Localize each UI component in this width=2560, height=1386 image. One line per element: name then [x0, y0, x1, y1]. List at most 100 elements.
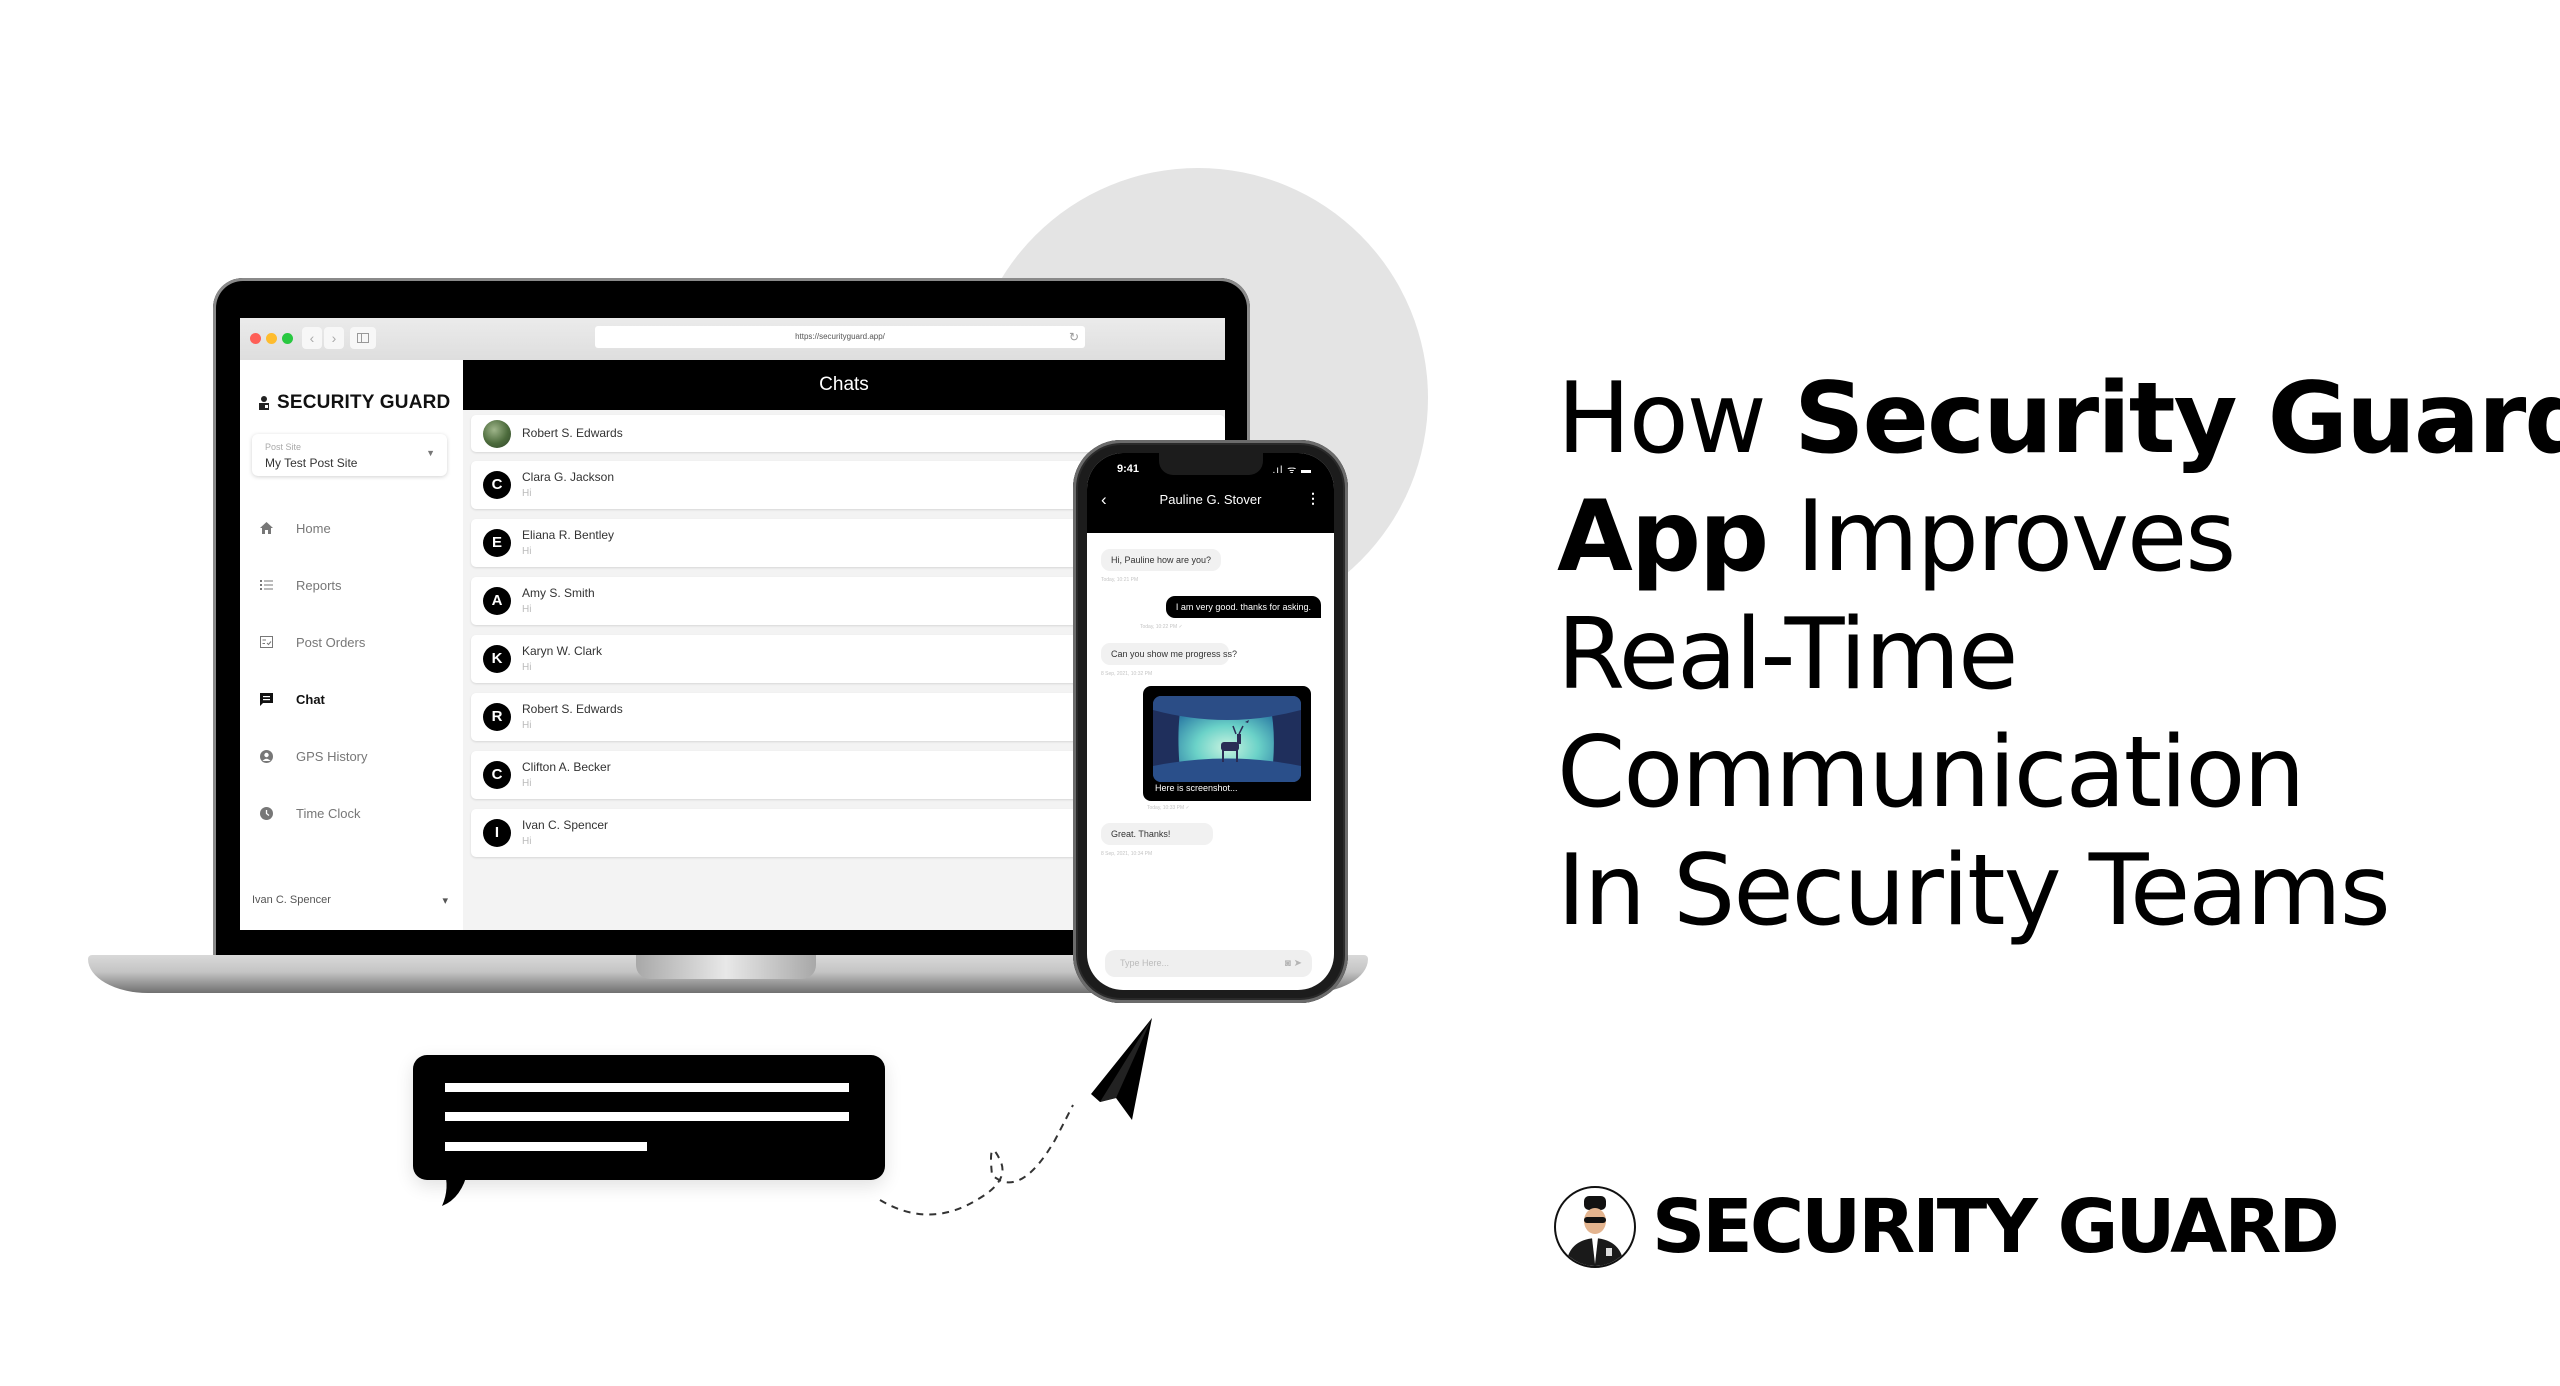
image-caption: Here is screenshot...: [1155, 783, 1238, 793]
chat-last-message: Hi: [522, 488, 532, 499]
sidebar-item-label: Home: [296, 520, 331, 536]
headline-emphasis: Security Guard: [1793, 362, 2560, 476]
phone-notch: [1159, 453, 1263, 475]
url-text: https://securityguard.app/: [795, 332, 885, 341]
headline: How Security Guard App Improves Real-Tim…: [1557, 360, 2560, 950]
sidebar-item-chat[interactable]: Chat: [258, 687, 448, 711]
message-timestamp: Today, 10:21 PM: [1101, 577, 1139, 583]
image-message[interactable]: Here is screenshot...: [1143, 686, 1311, 801]
avatar: C: [483, 761, 511, 789]
sidebar-item-label: Time Clock: [296, 805, 361, 821]
avatar: C: [483, 471, 511, 499]
maximize-window-dot[interactable]: [282, 333, 293, 344]
chat-contact-name: Robert S. Edwards: [522, 702, 623, 716]
message-bubble-incoming: Can you show me progress ss?: [1101, 643, 1237, 665]
chat-contact-name: Clifton A. Becker: [522, 760, 611, 774]
avatar: I: [483, 819, 511, 847]
chat-last-message: Hi: [522, 778, 532, 789]
sidebar-item-home[interactable]: Home: [258, 516, 448, 540]
avatar: E: [483, 529, 511, 557]
avatar: [483, 419, 511, 448]
guard-avatar-icon: [1554, 1186, 1636, 1268]
back-button[interactable]: ‹: [302, 327, 322, 349]
sidebar-item-label: Reports: [296, 577, 342, 593]
avatar: K: [483, 645, 511, 673]
sidebar-item-label: Post Orders: [296, 634, 366, 650]
phone-screen: 9:41 .ıl ᯤ ▬ ‹ Pauline G. Stover ⋮ Hi, P…: [1087, 453, 1334, 990]
speech-bubble-tail: [442, 1170, 468, 1206]
more-options-icon[interactable]: ⋮: [1306, 490, 1320, 507]
paper-plane-icon: [1091, 1018, 1152, 1120]
sidebar-toggle-icon: [357, 333, 369, 343]
sidebar-item-reports[interactable]: Reports: [258, 573, 448, 597]
chat-contact-name: Ivan C. Spencer: [522, 818, 609, 832]
chat-last-message: Hi: [522, 836, 532, 847]
chat-last-message: Hi: [522, 720, 532, 731]
headline-line-4: Communication: [1557, 716, 2305, 830]
message-input-placeholder: Type Here...: [1120, 958, 1170, 968]
browser-toolbar: ‹ › https://securityguard.app/ ↻: [240, 318, 1225, 361]
chat-last-message: Hi: [522, 662, 532, 673]
send-icon[interactable]: ➤: [1294, 958, 1302, 969]
chevron-down-icon: ▾: [442, 895, 448, 907]
user-name: Ivan C. Spencer: [252, 894, 331, 906]
headline-line-1: How Security Guard: [1557, 360, 2560, 478]
status-icons: .ıl ᯤ ▬: [1272, 465, 1312, 476]
sidebar-item-post-orders[interactable]: Post Orders: [258, 630, 448, 654]
sidebar-brand: SECURITY GUARD: [256, 392, 450, 414]
url-bar[interactable]: https://securityguard.app/ ↻: [595, 326, 1085, 348]
speech-bubble-illustration: [413, 1055, 885, 1180]
camera-icon[interactable]: ◙: [1285, 958, 1291, 969]
screenshot-image: [1153, 696, 1301, 782]
speech-line: [445, 1083, 849, 1092]
contact-name: Pauline G. Stover: [1159, 492, 1262, 507]
message-bubble-outgoing: I am very good. thanks for asking.: [1165, 596, 1321, 618]
close-window-dot[interactable]: [250, 333, 261, 344]
sidebar-item-gps-history[interactable]: GPS History: [258, 744, 448, 768]
home-icon: [258, 520, 274, 536]
forward-button[interactable]: ›: [324, 327, 344, 349]
user-circle-icon: [258, 748, 274, 764]
sidebar-item-time-clock[interactable]: Time Clock: [258, 801, 448, 825]
brand-logo: SECURITY GUARD: [1554, 1182, 2340, 1272]
checklist-icon: [258, 634, 274, 650]
sidebar-item-label: Chat: [296, 691, 325, 707]
clock-icon: [258, 805, 274, 821]
phone-chat-header: 9:41 .ıl ᯤ ▬ ‹ Pauline G. Stover ⋮: [1087, 453, 1334, 533]
chat-contact-name: Robert S. Edwards: [522, 426, 623, 440]
message-bubble-incoming: Hi, Pauline how are you?: [1101, 549, 1222, 571]
headline-text: How: [1557, 362, 1794, 476]
chat-contact-name: Amy S. Smith: [522, 586, 595, 600]
user-menu[interactable]: Ivan C. Spencer ▾: [252, 894, 448, 907]
post-site-label: Post Site: [265, 442, 302, 452]
chat-contact-name: Clara G. Jackson: [522, 470, 615, 484]
avatar: A: [483, 587, 511, 615]
list-icon: [258, 577, 274, 593]
chat-icon: [258, 691, 274, 707]
headline-line-3: Real-Time: [1557, 598, 2018, 712]
status-time: 9:41: [1117, 463, 1140, 475]
message-input[interactable]: Type Here... ◙ ➤: [1105, 950, 1312, 977]
chevron-down-icon: ▼: [426, 448, 435, 458]
message-timestamp: 8 Sep, 2021, 10:34 PM: [1101, 851, 1153, 857]
camera-send-icons: ◙ ➤: [1285, 950, 1302, 977]
laptop-notch: [636, 955, 816, 979]
speech-line: [445, 1112, 849, 1121]
message-timestamp: Today, 10:33 PM ✓: [1147, 805, 1190, 811]
reload-icon[interactable]: ↻: [1069, 326, 1079, 348]
headline-line-2: App Improves: [1557, 478, 2557, 596]
chat-contact-name: Karyn W. Clark: [522, 644, 603, 658]
page-title: Chats: [463, 360, 1225, 410]
headline-line-5: In Security Teams: [1557, 834, 2391, 948]
headline-text: Improves: [1767, 480, 2236, 594]
sidebar: SECURITY GUARD Post Site My Test Post Si…: [240, 360, 463, 930]
sidebar-toggle-button[interactable]: [350, 327, 376, 349]
message-bubble-incoming: Great. Thanks!: [1101, 823, 1213, 845]
post-site-select[interactable]: Post Site My Test Post Site ▼: [252, 434, 447, 476]
headline-emphasis: App: [1557, 480, 1769, 594]
chat-last-message: Hi: [522, 546, 532, 557]
chat-last-message: Hi: [522, 604, 532, 615]
speech-line: [445, 1142, 647, 1151]
sidebar-item-label: GPS History: [296, 748, 368, 764]
minimize-window-dot[interactable]: [266, 333, 277, 344]
